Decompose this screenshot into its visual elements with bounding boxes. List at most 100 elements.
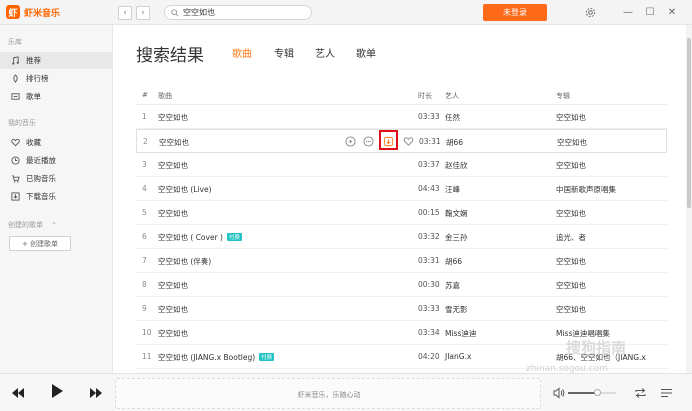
- column-duration[interactable]: 时长: [418, 91, 432, 101]
- song-title[interactable]: 空空如也: [158, 328, 188, 339]
- song-title[interactable]: 空空如也 (伴奏): [158, 256, 211, 267]
- song-artist[interactable]: 汪峰: [445, 184, 460, 195]
- song-album[interactable]: 空空如也: [556, 304, 586, 315]
- tab-playlists[interactable]: 歌单: [356, 45, 376, 60]
- column-title[interactable]: 歌曲: [158, 91, 172, 101]
- row-number: 8: [142, 280, 147, 289]
- song-title[interactable]: 空空如也 ( Cover ) 付费: [158, 232, 242, 243]
- sidebar-item-recommend[interactable]: 推荐: [0, 52, 113, 69]
- song-album[interactable]: 中国新歌声原唱集: [556, 184, 616, 195]
- settings-button[interactable]: [583, 5, 597, 19]
- collapse-toggle-icon[interactable]: ⌃: [51, 221, 57, 229]
- table-row[interactable]: 6 空空如也 ( Cover ) 付费 03:32 金三孙 追光、者: [136, 225, 667, 249]
- column-num: #: [142, 91, 148, 99]
- page-title: 搜索结果: [136, 46, 204, 66]
- sidebar-item-playlists[interactable]: 歌单: [0, 88, 113, 105]
- table-row[interactable]: 8 空空如也 00:30 苏嘉 空空如也: [136, 273, 667, 297]
- column-album[interactable]: 专辑: [556, 91, 570, 101]
- song-album[interactable]: 空空如也: [556, 208, 586, 219]
- more-options-button[interactable]: [362, 135, 374, 147]
- table-row[interactable]: 5 空空如也 00:15 鞠文娴 空空如也: [136, 201, 667, 225]
- search-box[interactable]: [164, 5, 312, 20]
- tab-songs[interactable]: 歌曲: [232, 45, 252, 60]
- song-album[interactable]: 空空如也: [556, 112, 586, 123]
- row-number: 11: [142, 352, 152, 361]
- song-artist[interactable]: 胡66: [445, 256, 462, 267]
- row-number: 5: [142, 208, 147, 217]
- playlist-queue-icon: [661, 389, 672, 397]
- minimize-button[interactable]: —: [621, 5, 635, 19]
- song-title[interactable]: 空空如也: [158, 280, 188, 291]
- row-number: 2: [143, 137, 148, 146]
- song-artist[interactable]: Miss迪迪: [445, 328, 476, 339]
- song-artist[interactable]: 胡66: [446, 137, 463, 148]
- play-mode-button[interactable]: [634, 387, 647, 401]
- song-album[interactable]: 追光、者: [556, 232, 586, 243]
- app-logo[interactable]: 虾 虾米音乐: [6, 5, 60, 19]
- table-row[interactable]: 9 空空如也 03:33 雪无影 空空如也: [136, 297, 667, 321]
- song-title[interactable]: 空空如也: [158, 112, 188, 123]
- song-title[interactable]: 空空如也: [158, 304, 188, 315]
- song-artist[interactable]: 鞠文娴: [445, 208, 468, 219]
- song-album[interactable]: 空空如也: [557, 137, 587, 148]
- song-duration: 03:33: [418, 112, 440, 121]
- sidebar-item-charts[interactable]: 排行榜: [0, 70, 113, 87]
- song-artist[interactable]: 赵佳欣: [445, 160, 468, 171]
- song-album[interactable]: 空空如也: [556, 160, 586, 171]
- favorite-song-button[interactable]: [402, 135, 414, 147]
- search-input[interactable]: [183, 8, 303, 17]
- song-title[interactable]: 空空如也: [159, 137, 189, 148]
- song-album[interactable]: 空空如也: [556, 280, 586, 291]
- section-library-header: 乐库: [8, 38, 22, 46]
- sidebar-item-recent[interactable]: 最近播放: [0, 152, 113, 169]
- forward-button[interactable]: ›: [136, 6, 150, 20]
- more-icon: [362, 135, 374, 147]
- song-artist[interactable]: 任然: [445, 112, 460, 123]
- now-playing-text: 虾米音乐，乐随心动: [297, 391, 361, 399]
- song-title[interactable]: 空空如也 (Live): [158, 184, 212, 195]
- download-song-button[interactable]: [382, 135, 394, 147]
- volume-slider[interactable]: [568, 392, 616, 394]
- scrollbar-thumb[interactable]: [687, 38, 691, 208]
- song-duration: 03:31: [419, 137, 441, 146]
- next-button[interactable]: [89, 386, 103, 400]
- volume-level: [568, 392, 596, 394]
- tab-artists[interactable]: 艺人: [315, 45, 335, 60]
- table-row[interactable]: 7 空空如也 (伴奏) 03:31 胡66 空空如也: [136, 249, 667, 273]
- create-playlist-button[interactable]: + 创建歌单: [9, 236, 71, 251]
- login-button[interactable]: 未登录: [483, 4, 547, 21]
- previous-button[interactable]: [11, 386, 25, 400]
- song-album[interactable]: 空空如也: [556, 256, 586, 267]
- sidebar-item-purchased[interactable]: 已购音乐: [0, 170, 113, 187]
- back-button[interactable]: ‹: [118, 6, 132, 20]
- maximize-button[interactable]: ☐: [643, 5, 657, 19]
- table-row[interactable]: 3 空空如也 03:37 赵佳欣 空空如也: [136, 153, 667, 177]
- sidebar-item-label: 歌单: [26, 92, 41, 101]
- now-playing-area[interactable]: 虾米音乐，乐随心动: [115, 378, 541, 409]
- table-row-hovered[interactable]: 2 空空如也 03:31 胡66 空空如也: [136, 129, 667, 153]
- watermark-text: 搜狗指南: [566, 339, 627, 357]
- close-button[interactable]: ✕: [665, 5, 679, 19]
- song-title[interactable]: 空空如也: [158, 208, 188, 219]
- song-artist[interactable]: 雪无影: [445, 304, 468, 315]
- play-song-button[interactable]: [344, 135, 356, 147]
- volume-slider-handle[interactable]: [594, 389, 601, 396]
- song-title[interactable]: 空空如也: [158, 160, 188, 171]
- table-row[interactable]: 4 空空如也 (Live) 04:43 汪峰 中国新歌声原唱集: [136, 177, 667, 201]
- sidebar-item-favorites[interactable]: 收藏: [0, 134, 113, 151]
- heart-icon: [403, 136, 413, 146]
- song-artist[interactable]: 金三孙: [445, 232, 468, 243]
- song-artist[interactable]: JIanG.x: [445, 352, 471, 361]
- tab-albums[interactable]: 专辑: [274, 45, 294, 60]
- song-artist[interactable]: 苏嘉: [445, 280, 460, 291]
- song-title[interactable]: 空空如也 (JIANG.x Bootleg) 付费: [158, 352, 275, 363]
- volume-button[interactable]: [553, 387, 565, 401]
- watermark: 搜狗指南 zhinan.sogou.com: [526, 337, 676, 374]
- play-button[interactable]: [50, 384, 64, 398]
- section-created-label: 创建的歌单: [8, 221, 43, 229]
- column-artist[interactable]: 艺人: [445, 91, 459, 101]
- sidebar-item-downloads[interactable]: 下载音乐: [0, 188, 113, 205]
- table-row[interactable]: 1 空空如也 03:33 任然 空空如也: [136, 105, 667, 129]
- row-number: 6: [142, 232, 147, 241]
- queue-button[interactable]: [660, 387, 673, 401]
